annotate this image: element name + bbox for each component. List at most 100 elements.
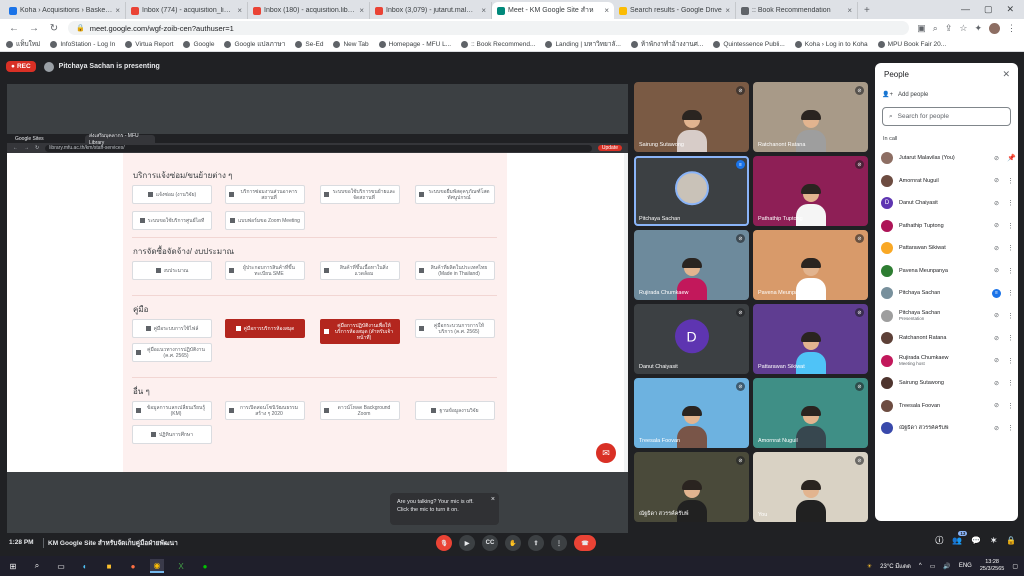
- edge-icon[interactable]: ◐: [78, 559, 92, 573]
- line-icon[interactable]: ●: [198, 559, 212, 573]
- mic-off-icon[interactable]: ⊘: [992, 200, 1001, 207]
- tray-overflow-icon[interactable]: ^: [919, 563, 922, 569]
- bookmark-item[interactable]: แท็บใหม่: [6, 39, 40, 49]
- more-options-icon[interactable]: ⋮: [1007, 312, 1014, 320]
- participant-tile[interactable]: Pavena Meunpanya ⊘: [753, 230, 868, 300]
- camera-button[interactable]: ▶: [459, 535, 475, 551]
- bookmark-item[interactable]: Virtua Report: [125, 40, 173, 48]
- browser-tab[interactable]: Koha › Acquisitions › Basket PO: ×: [4, 2, 126, 19]
- new-tab-icon[interactable]: +: [858, 5, 876, 19]
- close-panel-icon[interactable]: ✕: [1002, 69, 1010, 80]
- bookmark-item[interactable]: Se-Ed: [295, 40, 323, 48]
- mic-off-icon[interactable]: ⊘: [992, 177, 1001, 184]
- tab-close-icon[interactable]: ×: [604, 6, 609, 15]
- people-search-input[interactable]: ⌕ Search for people: [882, 107, 1011, 126]
- reload-icon[interactable]: ↻: [48, 23, 60, 34]
- present-button[interactable]: ⇧: [528, 535, 544, 551]
- notifications-icon[interactable]: ▢: [1012, 563, 1018, 570]
- firefox-icon[interactable]: ●: [126, 559, 140, 573]
- info-icon[interactable]: ⓘ: [935, 535, 943, 546]
- pin-icon[interactable]: 📌: [1007, 154, 1016, 162]
- bookmark-item[interactable]: Google: [183, 40, 214, 48]
- browser-tab[interactable]: :: Book Recommendation ×: [736, 2, 858, 19]
- people-list-item[interactable]: Jutarut Malavilas (You) ⊘ 📌: [881, 147, 1016, 170]
- tab-close-icon[interactable]: ×: [115, 6, 120, 15]
- tab-close-icon[interactable]: ×: [847, 6, 852, 15]
- mic-off-button[interactable]: 🎙: [436, 535, 452, 551]
- participant-tile[interactable]: ณัฐธิดา สวรรค์ครับพ์ ⊘: [634, 452, 749, 522]
- bookmark-item[interactable]: Google แปลภาษา: [224, 39, 285, 49]
- browser-tab[interactable]: Search results - Google Drive ×: [614, 2, 736, 19]
- people-list-item[interactable]: Pavena Meunpanya ⊘ ⋮: [881, 260, 1014, 283]
- task-view-icon[interactable]: ▭: [54, 559, 68, 573]
- excel-icon[interactable]: X: [174, 559, 188, 573]
- camera-icon[interactable]: ▣: [917, 23, 926, 34]
- raise-hand-button[interactable]: ✋: [505, 535, 521, 551]
- mic-off-icon[interactable]: ⊘: [992, 267, 1001, 274]
- bookmark-item[interactable]: InfoStation - Log In: [50, 40, 115, 48]
- volume-icon[interactable]: 🔊: [943, 563, 950, 570]
- back-icon[interactable]: ←: [8, 23, 20, 34]
- people-list-item[interactable]: Pattarawan Sikiwat ⊘ ⋮: [881, 237, 1014, 260]
- bookmark-item[interactable]: MPU Book Fair 20...: [877, 40, 946, 48]
- mic-off-icon[interactable]: ⊘: [992, 335, 1001, 342]
- url-bar[interactable]: 🔒 meet.google.com/wgf-zoib-cen?authuser=…: [68, 21, 910, 35]
- participant-tile[interactable]: D Danut Chaiyasit ⊘: [634, 304, 749, 374]
- mic-off-icon[interactable]: ⊘: [992, 312, 1001, 319]
- bookmark-item[interactable]: New Tab: [333, 40, 369, 48]
- profile-avatar[interactable]: [989, 22, 1000, 34]
- weather-text[interactable]: 23°C มีแดด: [880, 561, 911, 571]
- more-options-icon[interactable]: ⋮: [1007, 379, 1014, 387]
- browser-tab[interactable]: Inbox (180) - acquisition.library ×: [248, 2, 370, 19]
- people-list-item[interactable]: D Danut Chaiyasit ⊘ ⋮: [881, 192, 1014, 215]
- chat-icon[interactable]: 💬: [971, 536, 981, 545]
- browser-tab[interactable]: Meet - KM Google Site สำห ×: [492, 2, 614, 19]
- participant-tile[interactable]: Amornrat Nuguil ⊘: [753, 378, 868, 448]
- forward-icon[interactable]: →: [28, 23, 40, 34]
- browser-tab[interactable]: Inbox (774) - acquisition_library ×: [126, 2, 248, 19]
- bookmark-item[interactable]: ห้าพักงาทำอ้างงานศ...: [630, 39, 703, 49]
- people-button[interactable]: 👥 13: [952, 531, 968, 545]
- more-options-button[interactable]: ⋮: [551, 535, 567, 551]
- people-list-item[interactable]: Pitchaya Sachan Presentation ⊘ ⋮: [881, 305, 1014, 328]
- activities-icon[interactable]: ✶: [990, 536, 997, 545]
- minimize-icon[interactable]: —: [961, 4, 970, 15]
- more-options-icon[interactable]: ⋮: [1007, 267, 1014, 275]
- mic-off-icon[interactable]: ⊘: [992, 155, 1001, 162]
- toast-close-icon[interactable]: ×: [491, 495, 495, 505]
- people-list-item[interactable]: Amornrat Nuguil ⊘ ⋮: [881, 170, 1014, 193]
- extensions-icon[interactable]: ✦: [974, 23, 982, 34]
- taskbar-clock[interactable]: 13:28 25/3/2565: [980, 559, 1004, 572]
- people-list-item[interactable]: Pitchaya Sachan ≡ ⋮: [881, 282, 1014, 305]
- chrome-icon[interactable]: ◉: [150, 559, 164, 573]
- menu-kebab-icon[interactable]: ⋮: [1007, 23, 1016, 34]
- mic-off-icon[interactable]: ⊘: [992, 222, 1001, 229]
- more-options-icon[interactable]: ⋮: [1007, 334, 1014, 342]
- maximize-icon[interactable]: ▢: [984, 4, 993, 15]
- more-options-icon[interactable]: ⋮: [1007, 357, 1014, 365]
- network-icon[interactable]: ▭: [930, 563, 936, 570]
- zoom-icon[interactable]: ⌕: [933, 23, 938, 34]
- share-icon[interactable]: ⇪: [945, 23, 953, 34]
- participant-tile[interactable]: Rujirada Chumkaew ⊘: [634, 230, 749, 300]
- mic-off-icon[interactable]: ⊘: [992, 245, 1001, 252]
- speaking-icon[interactable]: ≡: [992, 288, 1001, 298]
- bookmark-item[interactable]: Quintessence Publi...: [713, 40, 785, 48]
- windows-start-icon[interactable]: ⊞: [6, 559, 20, 573]
- file-explorer-icon[interactable]: ■: [102, 559, 116, 573]
- participant-tile[interactable]: Treesala Foovan ⊘: [634, 378, 749, 448]
- more-options-icon[interactable]: ⋮: [1007, 177, 1014, 185]
- host-controls-icon[interactable]: 🔒: [1006, 536, 1016, 545]
- more-options-icon[interactable]: ⋮: [1007, 244, 1014, 252]
- participant-tile[interactable]: Pitchaya Sachan ≡: [634, 156, 749, 226]
- close-window-icon[interactable]: ✕: [1006, 4, 1014, 15]
- people-list-item[interactable]: Ratchanont Ratana ⊘ ⋮: [881, 327, 1014, 350]
- participant-tile[interactable]: Pathathip Tuptong ⊘: [753, 156, 868, 226]
- more-options-icon[interactable]: ⋮: [1007, 289, 1014, 297]
- tab-close-icon[interactable]: ×: [237, 6, 242, 15]
- participant-tile[interactable]: Sairung Sutawong ⊘: [634, 82, 749, 152]
- more-options-icon[interactable]: ⋮: [1007, 222, 1014, 230]
- mic-off-icon[interactable]: ⊘: [992, 380, 1001, 387]
- people-list-item[interactable]: Rujirada Chumkaew Meeting host ⊘ ⋮: [881, 350, 1014, 373]
- bookmark-item[interactable]: :: Book Recommend...: [461, 40, 535, 48]
